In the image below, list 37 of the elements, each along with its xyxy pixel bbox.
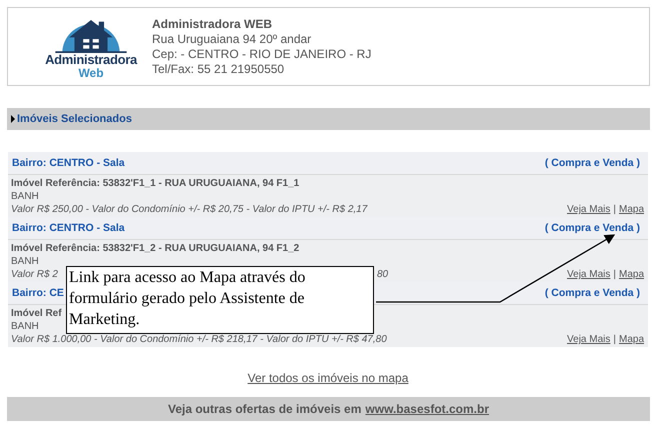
address-text: Rua Uruguaiana 94 20º andar [152, 32, 312, 46]
company-name: Administradora WEB [152, 16, 274, 32]
link-separator: | [613, 268, 616, 281]
logo-text: Administradora [45, 53, 137, 67]
bairro-text: Bairro: CENTRO - Sala [12, 157, 125, 169]
listing-link[interactable]: Veja Mais [567, 333, 610, 346]
bairro-text: Bairro: CENTRO - Sala [12, 222, 125, 234]
deal-type-text: ( Compra e Venda ) [544, 287, 640, 299]
cep-text: Cep: - CENTRO - RIO DE JANEIRO - RJ [152, 46, 372, 62]
bairro-text: Bairro: CE [12, 287, 64, 299]
link-separator: | [613, 203, 616, 216]
listing-link[interactable]: Veja Mais [567, 268, 610, 281]
reference-text: Imóvel Ref [11, 307, 62, 320]
value-text: Valor R$ 2 [11, 268, 58, 281]
footer-link[interactable]: www.basesfot.com.br [365, 402, 489, 416]
value-text: Valor R$ 1.000,00 - Valor do Condomínio +/- R$ 218,17 - Valor do IPTU +/- R$ 47,80 [11, 333, 387, 346]
deal-type-text: ( Compra e Venda ) [544, 222, 640, 234]
logo-subtext: Web [78, 67, 104, 80]
value-text: Valor R$ 250,00 - Valor do Condomínio +/- R$ 20,75 - Valor do IPTU +/- R$ 2,17 [11, 203, 368, 216]
listing-link[interactable]: Mapa [618, 333, 644, 346]
deal-type-text: ( Compra e Venda ) [544, 157, 640, 169]
type-text: BANH [11, 320, 39, 333]
type-text: BANH [11, 190, 39, 203]
callout-box: Link para acesso ao Mapa através do formulário gerado pelo Assistente de Marketing. [66, 266, 374, 334]
link-separator: | [613, 333, 616, 346]
value-text: 80 [377, 268, 388, 281]
section-title: Imóveis Selecionados [17, 113, 132, 125]
listing-link[interactable]: Mapa [618, 203, 644, 216]
reference-text: Imóvel Referência: 53832'F1_2 - RUA URUGUAIANA, 94 F1_2 [11, 242, 300, 255]
reference-text: Imóvel Referência: 53832'F1_1 - RUA URUGUAIANA, 94 F1_1 [11, 177, 300, 190]
triangle-icon [11, 115, 15, 123]
listing-link[interactable]: Veja Mais [567, 203, 610, 216]
map-link[interactable]: Ver todos os imóveis no mapa [248, 371, 408, 385]
footer-text: Veja outras ofertas de imóveis em [168, 402, 362, 416]
phone-text: Tel/Fax: 55 21 21950550 [152, 62, 286, 76]
listing-link[interactable]: Mapa [618, 268, 644, 281]
type-text: BANH [11, 255, 39, 268]
